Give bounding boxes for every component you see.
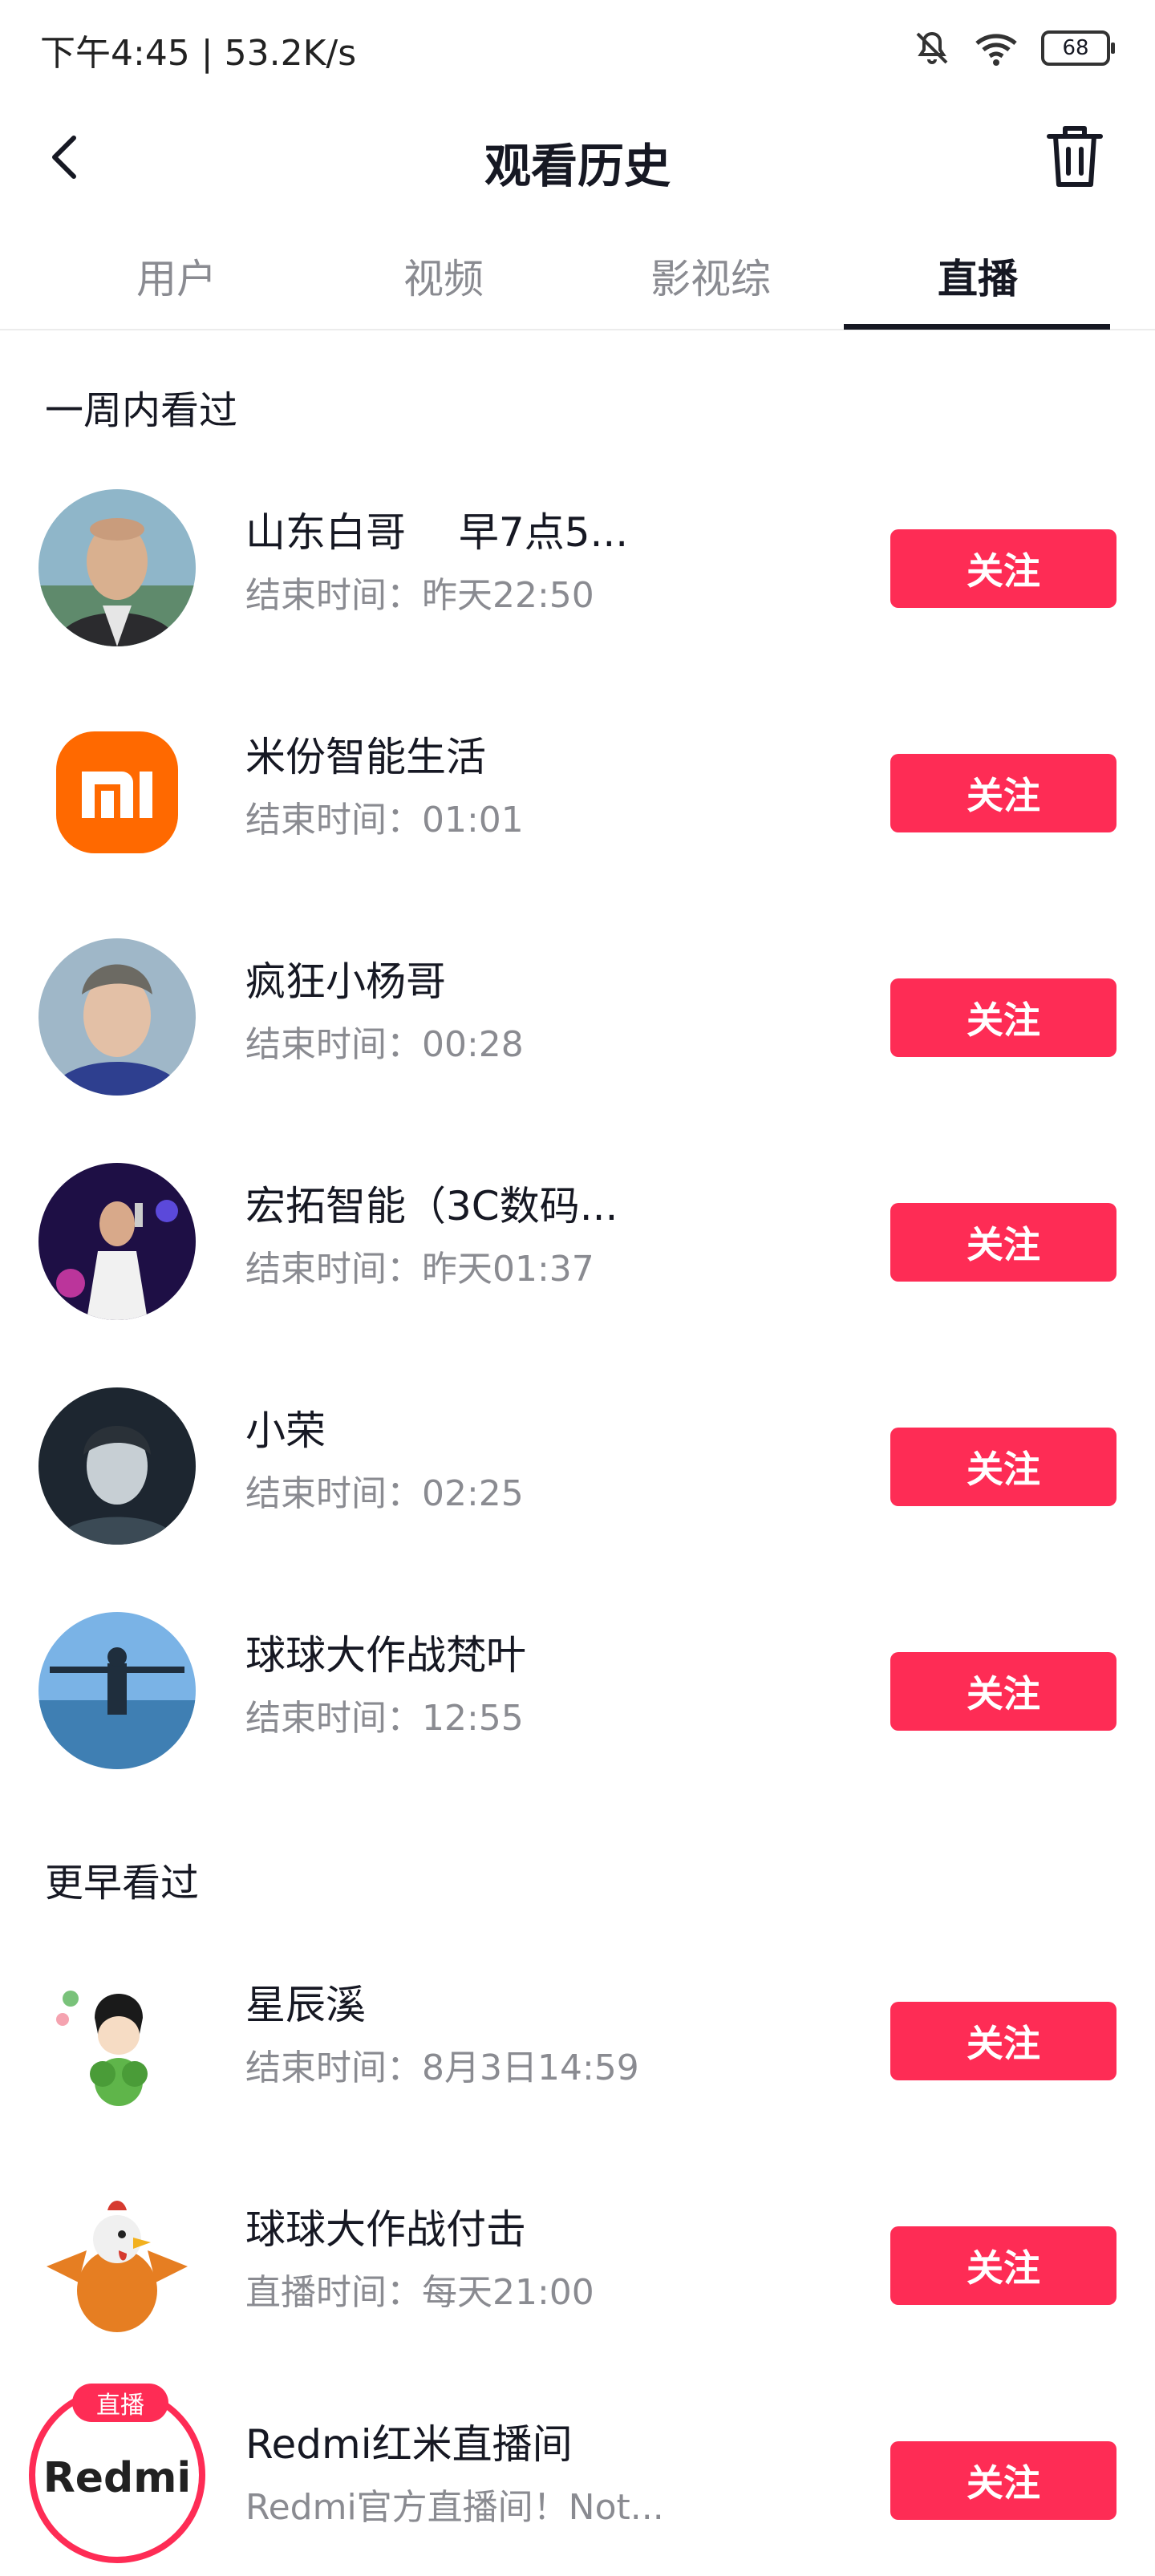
- list-item[interactable]: 米份智能生活 结束时间：01:01 关注: [0, 696, 1155, 889]
- tab-live[interactable]: 直播: [845, 247, 1110, 305]
- redmi-logo: Redmi: [43, 2454, 192, 2502]
- header: 观看历史: [0, 112, 1155, 200]
- avatar[interactable]: [38, 489, 196, 646]
- follow-button[interactable]: 关注: [890, 2002, 1116, 2080]
- avatar[interactable]: [38, 2186, 196, 2343]
- item-name: 星辰溪: [245, 1982, 366, 2028]
- list-item[interactable]: 宏拓智能（3C数码... 结束时间：昨天01:37 关注: [0, 1145, 1155, 1338]
- live-badge: 直播: [72, 2384, 168, 2422]
- follow-button[interactable]: 关注: [890, 2441, 1116, 2520]
- item-subtitle: Redmi官方直播间！Not...: [245, 2487, 664, 2528]
- item-name: 球球大作战付击: [245, 2206, 526, 2253]
- follow-button[interactable]: 关注: [890, 1203, 1116, 1282]
- status-icons: 68: [913, 29, 1115, 67]
- item-subtitle: 结束时间：8月3日14:59: [245, 2047, 639, 2088]
- item-subtitle: 直播时间：每天21:00: [245, 2272, 594, 2313]
- list-item[interactable]: 山东白哥 早7点5... 结束时间：昨天22:50 关注: [0, 472, 1155, 664]
- tab-bar: 用户 视频 影视综 直播: [0, 233, 1155, 330]
- trash-icon[interactable]: [1043, 122, 1107, 191]
- list-item[interactable]: Redmi 直播 Redmi红米直播间 Redmi官方直播间！Not... 关注: [0, 2384, 1155, 2576]
- status-bar: 下午4:45 | 53.2K/s 68: [0, 0, 1155, 96]
- item-subtitle: 结束时间：12:55: [245, 1698, 524, 1739]
- tab-videos[interactable]: 视频: [311, 247, 576, 305]
- avatar[interactable]: [38, 714, 196, 871]
- item-name: 小荣: [245, 1407, 326, 1454]
- list-item[interactable]: 球球大作战付击 直播时间：每天21:00 关注: [0, 2169, 1155, 2361]
- mute-icon: [916, 31, 948, 64]
- follow-button[interactable]: 关注: [890, 754, 1116, 832]
- list-item[interactable]: 球球大作战梵叶 结束时间：12:55 关注: [0, 1594, 1155, 1787]
- tab-users[interactable]: 用户: [44, 247, 309, 305]
- item-name: 宏拓智能（3C数码...: [245, 1183, 618, 1229]
- item-subtitle: 结束时间：昨天01:37: [245, 1249, 594, 1290]
- item-subtitle: 结束时间：昨天22:50: [245, 575, 594, 616]
- item-subtitle: 结束时间：02:25: [245, 1473, 524, 1514]
- item-name: 山东白哥 早7点5...: [245, 509, 629, 556]
- avatar[interactable]: [38, 938, 196, 1096]
- follow-button[interactable]: 关注: [890, 529, 1116, 608]
- avatar[interactable]: [38, 1962, 196, 2119]
- item-name: 球球大作战梵叶: [245, 1632, 526, 1679]
- item-subtitle: 结束时间：00:28: [245, 1024, 524, 1065]
- page-title: 观看历史: [484, 139, 671, 193]
- avatar[interactable]: [38, 1163, 196, 1320]
- wifi-icon: [975, 34, 1017, 66]
- section-title-earlier: 更早看过: [45, 1861, 200, 1906]
- follow-button[interactable]: 关注: [890, 2226, 1116, 2305]
- battery-icon: 68: [1041, 30, 1115, 66]
- item-name: 疯狂小杨哥: [245, 958, 446, 1005]
- item-subtitle: 结束时间：01:01: [245, 800, 524, 840]
- avatar[interactable]: [38, 1612, 196, 1769]
- follow-button[interactable]: 关注: [890, 978, 1116, 1057]
- tab-indicator: [844, 324, 1110, 330]
- follow-button[interactable]: 关注: [890, 1652, 1116, 1731]
- item-name: Redmi红米直播间: [245, 2421, 573, 2468]
- list-item[interactable]: 疯狂小杨哥 结束时间：00:28 关注: [0, 921, 1155, 1113]
- follow-button[interactable]: 关注: [890, 1428, 1116, 1506]
- tab-shows[interactable]: 影视综: [578, 247, 843, 305]
- list-item[interactable]: 星辰溪 结束时间：8月3日14:59 关注: [0, 1944, 1155, 2137]
- section-title-week: 一周内看过: [45, 388, 238, 433]
- avatar[interactable]: [38, 1387, 196, 1545]
- list-item[interactable]: 小荣 结束时间：02:25 关注: [0, 1370, 1155, 1562]
- status-time-speed: 下午4:45 | 53.2K/s: [40, 33, 357, 74]
- item-name: 米份智能生活: [245, 734, 486, 780]
